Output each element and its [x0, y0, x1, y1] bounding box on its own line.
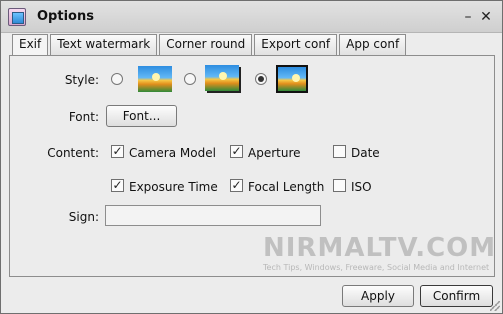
camera-model-label: Camera Model [129, 146, 216, 160]
sign-label: Sign: [68, 210, 99, 224]
confirm-button[interactable]: Confirm [420, 285, 493, 307]
title-bar[interactable]: Options – ✕ [1, 1, 502, 33]
tab-app-conf[interactable]: App conf [339, 34, 407, 55]
font-label: Font: [68, 110, 99, 124]
focal-length-label: Focal Length [248, 180, 325, 194]
exposure-time-label: Exposure Time [129, 180, 218, 194]
aperture-label: Aperture [248, 146, 301, 160]
camera-model-checkbox[interactable]: ✓ [111, 145, 124, 158]
style-shadow-preview-image [205, 65, 239, 91]
style-radio-plain[interactable] [111, 73, 123, 85]
apply-button[interactable]: Apply [342, 285, 414, 307]
date-label: Date [351, 146, 380, 160]
style-radio-framed[interactable] [255, 73, 267, 85]
window-title: Options [37, 9, 94, 24]
resize-grip-icon[interactable] [490, 301, 500, 311]
font-button[interactable]: Font... [106, 105, 177, 127]
focal-length-checkbox[interactable]: ✓ [230, 179, 243, 192]
tab-bar: Exif Text watermark Corner round Export … [12, 34, 407, 56]
minimize-icon[interactable]: – [461, 10, 475, 24]
tab-corner-round[interactable]: Corner round [159, 34, 253, 55]
sign-input[interactable] [105, 205, 321, 226]
style-radio-shadow[interactable] [184, 73, 196, 85]
tab-text-watermark[interactable]: Text watermark [50, 34, 158, 55]
style-plain-preview-image [138, 66, 172, 92]
watermark-title: NIRMALTV.COM [263, 233, 497, 263]
exposure-time-checkbox[interactable]: ✓ [111, 179, 124, 192]
style-label: Style: [64, 73, 99, 87]
aperture-checkbox[interactable]: ✓ [230, 145, 243, 158]
options-window: Options – ✕ Exif Text watermark Corner r… [0, 0, 503, 314]
content-label: Content: [47, 146, 99, 160]
date-checkbox[interactable] [333, 145, 346, 158]
tab-export-conf[interactable]: Export conf [254, 34, 338, 55]
app-icon [8, 8, 26, 26]
style-framed-preview-image [276, 65, 308, 93]
watermark-subtitle: Tech Tips, Windows, Freeware, Social Med… [263, 263, 490, 272]
iso-label: ISO [351, 180, 372, 194]
iso-checkbox[interactable] [333, 179, 346, 192]
tab-exif[interactable]: Exif [12, 34, 49, 56]
close-icon[interactable]: ✕ [479, 10, 493, 24]
